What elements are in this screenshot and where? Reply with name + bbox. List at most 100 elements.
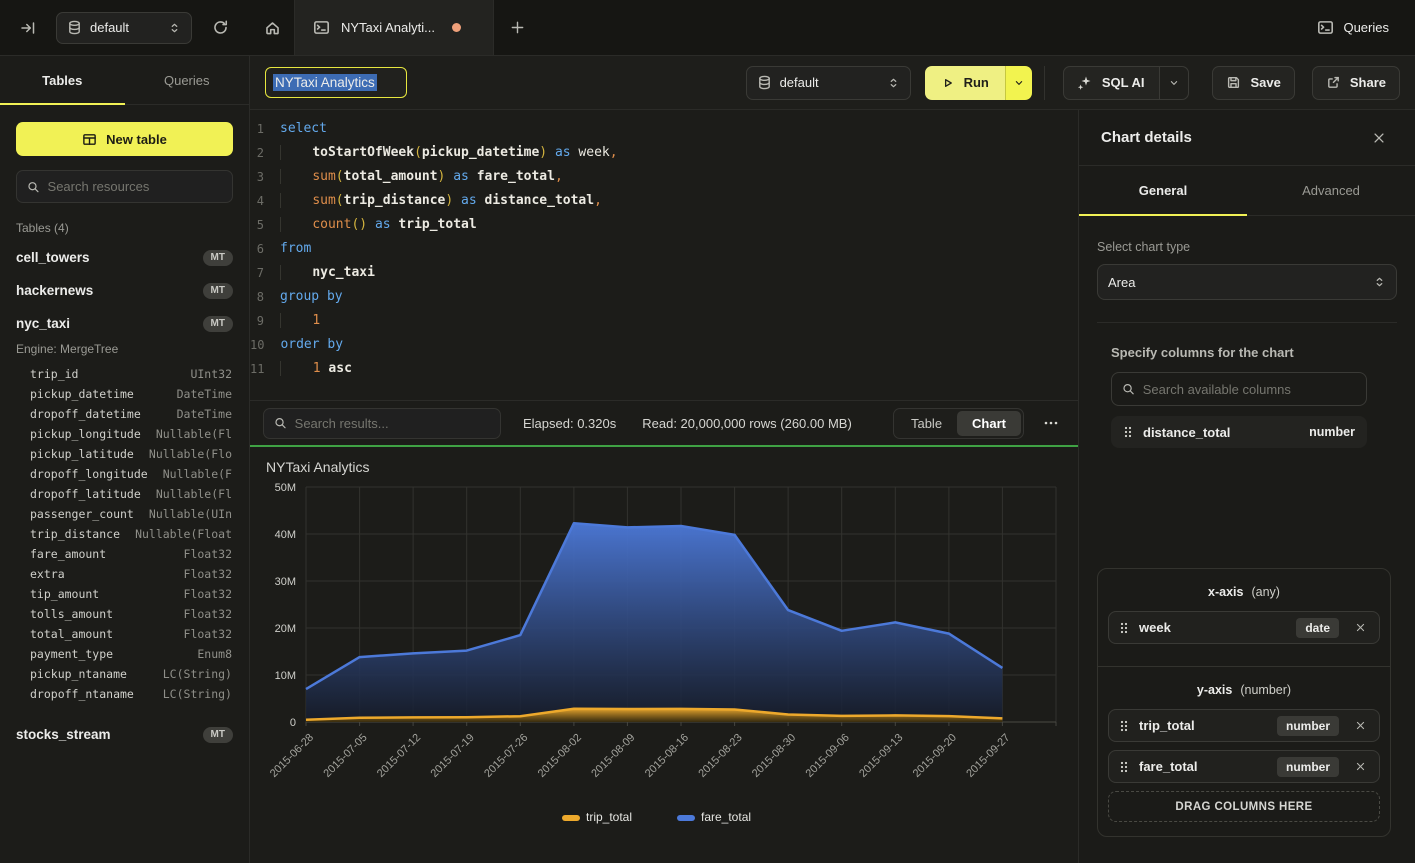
svg-text:2015-09-27: 2015-09-27	[964, 732, 1012, 780]
table-column[interactable]: payment_type Enum8	[0, 644, 249, 664]
table-column[interactable]: dropoff_ntaname LC(String)	[0, 684, 249, 704]
columns-search-input[interactable]	[1143, 382, 1356, 397]
table-name: hackernews	[16, 283, 93, 298]
table-column[interactable]: dropoff_datetime DateTime	[0, 404, 249, 424]
refresh-button[interactable]	[206, 14, 234, 42]
available-column-distance-total[interactable]: distance_total number	[1111, 416, 1367, 448]
panel-tabs: General Advanced	[1079, 166, 1415, 216]
column-type: Nullable(F	[163, 467, 232, 481]
table-column[interactable]: trip_id UInt32	[0, 364, 249, 384]
table-item[interactable]: cell_towers MT	[0, 241, 249, 274]
chart-view-button[interactable]: Chart	[957, 411, 1021, 436]
table-column[interactable]: tolls_amount Float32	[0, 604, 249, 624]
sql-ai-button[interactable]: SQL AI	[1063, 66, 1190, 100]
sidebar-tab-queries[interactable]: Queries	[125, 56, 250, 104]
close-panel-button[interactable]	[1365, 124, 1393, 152]
column-name: payment_type	[30, 647, 113, 661]
table-column[interactable]: passenger_count Nullable(UIn	[0, 504, 249, 524]
legend-item-trip_total[interactable]: trip_total	[562, 810, 632, 824]
table-column[interactable]: pickup_datetime DateTime	[0, 384, 249, 404]
column-type: DateTime	[177, 407, 232, 421]
save-button[interactable]: Save	[1212, 66, 1294, 100]
sidebar-search-input[interactable]	[48, 179, 222, 194]
query-tab[interactable]: NYTaxi Analyti...	[294, 0, 494, 55]
close-icon	[1372, 131, 1386, 145]
y-axis-item-trip-total[interactable]: trip_total number	[1108, 709, 1380, 742]
home-tab[interactable]	[250, 0, 294, 55]
new-tab-button[interactable]	[494, 0, 540, 55]
panel-divider	[1097, 322, 1397, 323]
table-column[interactable]: extra Float32	[0, 564, 249, 584]
table-column[interactable]: dropoff_longitude Nullable(F	[0, 464, 249, 484]
collapse-sidebar-button[interactable]	[14, 14, 42, 42]
column-type: DateTime	[177, 387, 232, 401]
line-number: 7	[250, 261, 280, 285]
results-search[interactable]	[263, 408, 501, 439]
run-options-button[interactable]	[1005, 66, 1032, 100]
column-type: Nullable(Float	[135, 527, 232, 541]
editor-line: 5 count() as trip_total	[250, 213, 1078, 237]
column-type: Nullable(Fl	[156, 427, 232, 441]
column-name: pickup_latitude	[30, 447, 134, 461]
table-column[interactable]: total_amount Float32	[0, 624, 249, 644]
run-button[interactable]: Run	[925, 66, 1005, 100]
chart-type-select[interactable]: Area	[1097, 264, 1397, 300]
more-options-button[interactable]	[1037, 409, 1065, 437]
home-icon	[264, 19, 281, 36]
legend-item-fare_total[interactable]: fare_total	[677, 810, 751, 824]
editor-line: 6from	[250, 237, 1078, 261]
chart-legend: trip_total fare_total	[562, 810, 751, 824]
play-icon	[941, 76, 955, 90]
column-type: LC(String)	[163, 687, 232, 701]
area-chart: 010M20M30M40M50M2015-06-282015-07-052015…	[250, 477, 1078, 859]
x-axis-item-week[interactable]: week date	[1108, 611, 1380, 644]
sql-editor[interactable]: 1select2 toStartOfWeek(pickup_datetime) …	[250, 110, 1078, 400]
sidebar-search[interactable]	[16, 170, 233, 203]
database-selector[interactable]: default	[56, 12, 192, 44]
table-column[interactable]: dropoff_latitude Nullable(Fl	[0, 484, 249, 504]
remove-column-button[interactable]	[1351, 717, 1369, 735]
table-item[interactable]: nyc_taxi MT	[0, 307, 249, 340]
axes-config: x-axis(any) week date y-axis(number)	[1097, 568, 1391, 837]
table-item[interactable]: stocks_stream MT	[0, 718, 249, 751]
remove-column-button[interactable]	[1351, 619, 1369, 637]
search-icon	[1122, 382, 1135, 396]
new-table-label: New table	[106, 132, 167, 147]
ellipsis-icon	[1043, 415, 1059, 431]
table-column[interactable]: trip_distance Nullable(Float	[0, 524, 249, 544]
tab-general[interactable]: General	[1079, 166, 1247, 215]
active-tab-underline	[0, 103, 125, 105]
x-axis-labels: 2015-06-282015-07-052015-07-122015-07-19…	[268, 732, 1013, 780]
tab-advanced[interactable]: Advanced	[1247, 166, 1415, 215]
y-axis-item-fare-total[interactable]: fare_total number	[1108, 750, 1380, 783]
queries-button[interactable]: Queries	[1317, 19, 1415, 36]
table-column[interactable]: tip_amount Float32	[0, 584, 249, 604]
sql-ai-options-button[interactable]	[1159, 67, 1188, 99]
line-number: 4	[250, 189, 280, 213]
svg-text:2015-09-06: 2015-09-06	[804, 732, 852, 780]
new-table-button[interactable]: New table	[16, 122, 233, 156]
table-column[interactable]: pickup_latitude Nullable(Flo	[0, 444, 249, 464]
editor-line: 10order by	[250, 333, 1078, 357]
table-column[interactable]: fare_amount Float32	[0, 544, 249, 564]
sidebar-tab-tables[interactable]: Tables	[0, 56, 125, 104]
columns-search[interactable]	[1111, 372, 1367, 406]
chevron-updown-icon	[1373, 275, 1386, 289]
table-view-button[interactable]: Table	[896, 411, 957, 436]
table-item[interactable]: hackernews MT	[0, 274, 249, 307]
collapse-sidebar-icon	[20, 20, 36, 36]
results-search-input[interactable]	[295, 416, 490, 431]
engine-badge: MT	[203, 250, 233, 266]
table-column[interactable]: pickup_longitude Nullable(Fl	[0, 424, 249, 444]
query-title-input[interactable]: NYTaxi Analytics	[265, 67, 407, 98]
column-name: total_amount	[30, 627, 113, 641]
code-line: sum(trip_distance) as distance_total,	[280, 189, 602, 213]
tables-section-label: Tables (4)	[16, 221, 233, 235]
x-axis-hint: (any)	[1251, 585, 1279, 599]
queries-button-label: Queries	[1343, 20, 1389, 35]
remove-column-button[interactable]	[1351, 758, 1369, 776]
toolbar-database-selector[interactable]: default	[746, 66, 911, 100]
drag-columns-dropzone[interactable]: DRAG COLUMNS HERE	[1108, 791, 1380, 822]
share-button[interactable]: Share	[1312, 66, 1400, 100]
table-column[interactable]: pickup_ntaname LC(String)	[0, 664, 249, 684]
